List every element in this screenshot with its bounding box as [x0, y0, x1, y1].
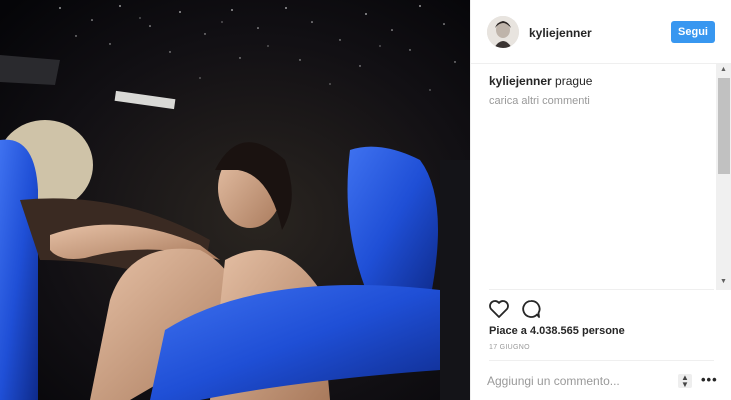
scrollbar-thumb[interactable]	[718, 78, 730, 174]
more-icon[interactable]: •••	[701, 372, 718, 387]
heart-icon[interactable]	[487, 297, 511, 321]
comment-icon[interactable]	[519, 297, 543, 321]
follow-button[interactable]: Segui	[671, 21, 715, 43]
resize-icon[interactable]: ▲ ▼	[678, 374, 692, 389]
divider	[489, 360, 714, 361]
post-image	[0, 0, 470, 400]
scroll-down-icon[interactable]: ▼	[720, 278, 727, 285]
scroll-up-icon[interactable]: ▲	[720, 66, 727, 73]
post-date[interactable]: 17 GIUGNO	[489, 344, 530, 351]
likes-count[interactable]: Piace a 4.038.565 persone	[489, 325, 625, 337]
comments-scrollbar[interactable]: ▲ ▼	[716, 64, 731, 290]
post-sidebar: kyliejenner Segui kyliejenner prague car…	[470, 0, 731, 400]
caption-username[interactable]: kyliejenner	[489, 74, 552, 88]
avatar[interactable]	[487, 16, 519, 48]
caption: kyliejenner prague	[489, 74, 592, 88]
username[interactable]: kyliejenner	[529, 26, 592, 40]
post-photo[interactable]	[0, 0, 470, 400]
divider	[489, 289, 714, 290]
comment-input[interactable]	[487, 373, 667, 389]
avatar-image	[487, 16, 519, 48]
load-more-comments-link[interactable]: carica altri commenti	[489, 95, 590, 107]
post-header: kyliejenner Segui	[471, 0, 731, 64]
caption-text: prague	[555, 74, 593, 88]
